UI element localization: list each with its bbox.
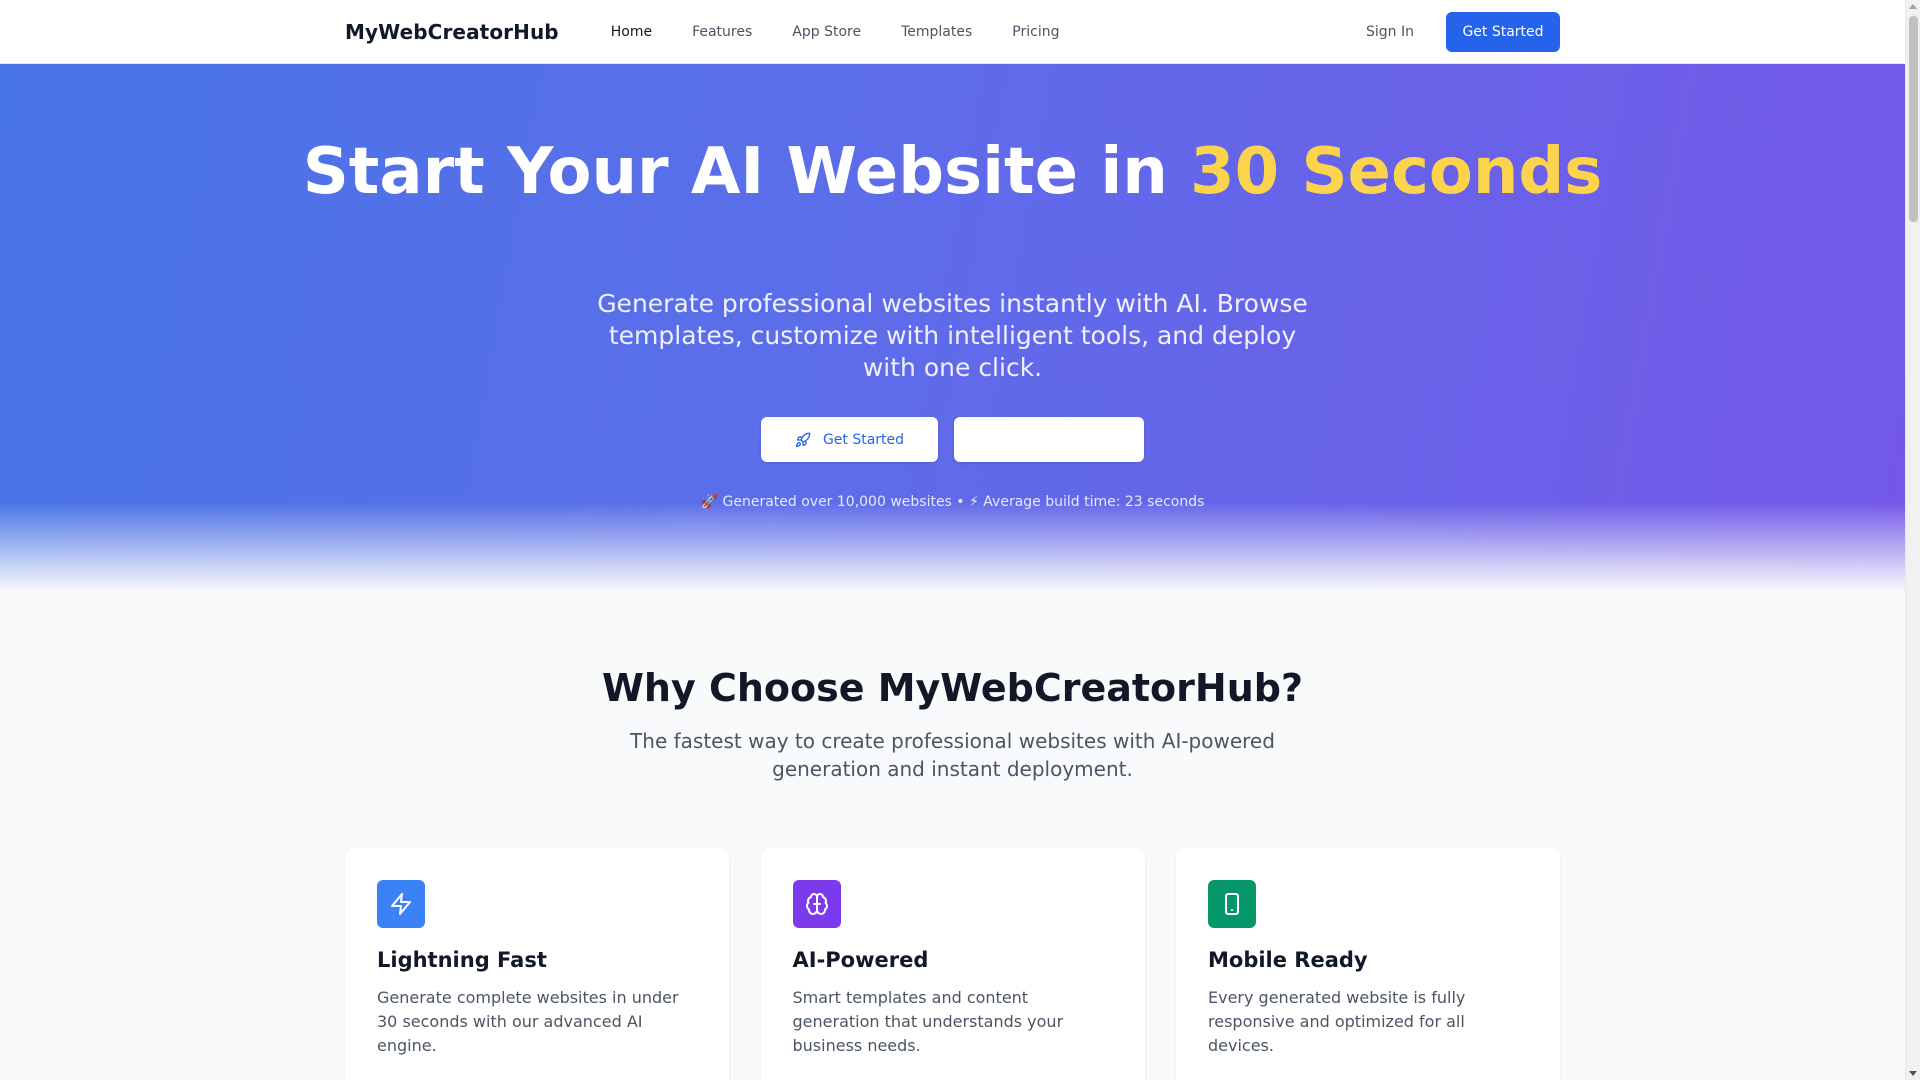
page-scrollbar[interactable] [1905,0,1920,1080]
nav-link-home[interactable]: Home [611,24,652,40]
scroll-up-arrow-icon[interactable] [1909,4,1917,9]
feature-card-text: Smart templates and content generation t… [792,988,1064,1055]
brain-icon [792,880,841,928]
hero-secondary-button[interactable] [954,417,1144,462]
feature-card-ai-powered: AI-Powered Smart templates and content g… [760,848,1145,1080]
hero-get-started-button[interactable]: Get Started [761,417,938,462]
brand-logo-text[interactable]: MyWebCreatorHub [345,20,559,44]
hero-get-started-label: Get Started [822,431,905,448]
feature-card-title: AI-Powered [792,948,929,972]
hero-section: Start Your AI Website in 30 Seconds Gene… [0,64,1905,592]
features-title: Why Choose MyWebCreatorHub? [601,666,1303,710]
nav-links: Home Features App Store Templates Pricin… [611,24,1100,40]
lightning-icon [377,880,425,928]
rocket-icon [795,432,811,447]
feature-card-lightning-fast: Lightning Fast Generate complete website… [345,848,729,1080]
feature-card-mobile-ready: Mobile Ready Every generated website is … [1176,848,1560,1080]
features-subtitle: The fastest way to create professional w… [630,729,1275,781]
page: MyWebCreatorHub Home Features App Store … [0,0,1905,1080]
nav-actions: Sign In Get Started [1366,12,1560,52]
navbar-inner: MyWebCreatorHub Home Features App Store … [345,0,1560,64]
feature-card-title: Mobile Ready [1208,948,1368,972]
feature-cards: Lightning Fast Generate complete website… [345,848,1560,1080]
scrollbar-thumb[interactable] [1909,16,1918,222]
nav-link-app-store[interactable]: App Store [792,24,861,40]
hero-title: Start Your AI Website in 30 Seconds [0,140,1905,204]
hero-title-accent: 30 Seconds [1190,135,1603,209]
feature-card-title: Lightning Fast [377,948,547,972]
scroll-down-arrow-icon[interactable] [1909,1071,1917,1076]
feature-card-text: Generate complete websites in under 30 s… [377,988,679,1055]
nav-link-features[interactable]: Features [692,24,752,40]
top-navbar: MyWebCreatorHub Home Features App Store … [0,0,1905,64]
hero-buttons: Get Started [0,417,1905,462]
hero-title-main: Start Your AI Website in [302,135,1191,209]
smartphone-icon [1208,880,1256,928]
nav-get-started-button[interactable]: Get Started [1446,12,1560,52]
nav-link-templates[interactable]: Templates [901,24,972,40]
nav-link-pricing[interactable]: Pricing [1012,24,1059,40]
hero-subtitle: Generate professional websites instantly… [597,289,1308,382]
feature-card-text: Every generated website is fully respons… [1208,988,1466,1055]
hero-bottom-fade [0,502,1905,592]
sign-in-link[interactable]: Sign In [1366,24,1414,40]
